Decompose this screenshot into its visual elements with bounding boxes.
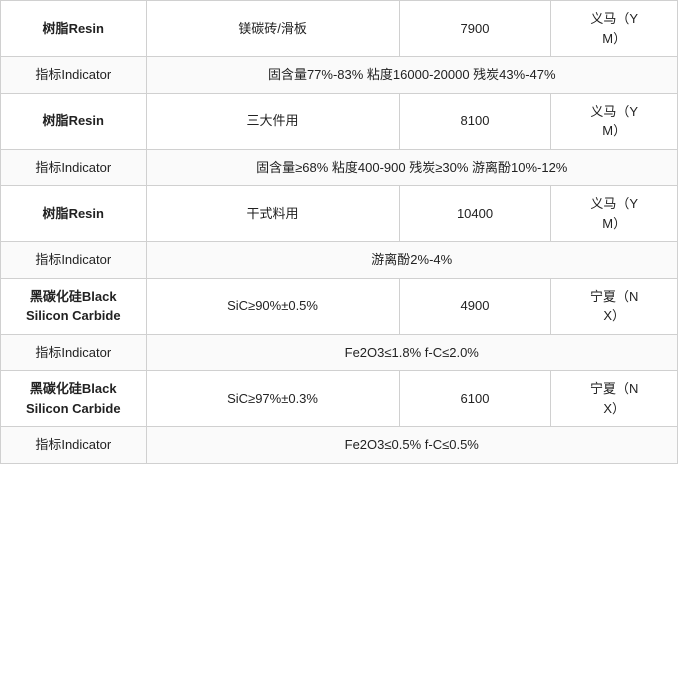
indicator-label: 指标Indicator: [1, 242, 147, 279]
indicator-value: 固含量≥68% 粘度400-900 残炭≥30% 游离酚10%-12%: [146, 149, 677, 186]
product-price: 4900: [399, 278, 551, 334]
product-origin: 义马（YM）: [551, 93, 678, 149]
main-table-wrapper: 树脂Resin镁碳砖/滑板7900义马（YM）指标Indicator固含量77%…: [0, 0, 678, 464]
product-label: 树脂Resin: [1, 93, 147, 149]
product-price: 7900: [399, 1, 551, 57]
product-usage: 镁碳砖/滑板: [146, 1, 399, 57]
product-usage: 干式料用: [146, 186, 399, 242]
product-origin: 宁夏（NX）: [551, 371, 678, 427]
product-price: 6100: [399, 371, 551, 427]
indicator-value: 固含量77%-83% 粘度16000-20000 残炭43%-47%: [146, 57, 677, 94]
product-table: 树脂Resin镁碳砖/滑板7900义马（YM）指标Indicator固含量77%…: [0, 0, 678, 464]
indicator-label: 指标Indicator: [1, 427, 147, 464]
product-label: 黑碳化硅Black Silicon Carbide: [1, 278, 147, 334]
product-usage: SiC≥97%±0.3%: [146, 371, 399, 427]
product-label: 树脂Resin: [1, 1, 147, 57]
product-origin: 义马（YM）: [551, 186, 678, 242]
product-origin: 宁夏（NX）: [551, 278, 678, 334]
indicator-label: 指标Indicator: [1, 149, 147, 186]
product-price: 8100: [399, 93, 551, 149]
indicator-label: 指标Indicator: [1, 334, 147, 371]
indicator-label: 指标Indicator: [1, 57, 147, 94]
indicator-value: Fe2O3≤1.8% f-C≤2.0%: [146, 334, 677, 371]
product-usage: SiC≥90%±0.5%: [146, 278, 399, 334]
product-usage: 三大件用: [146, 93, 399, 149]
product-label: 黑碳化硅Black Silicon Carbide: [1, 371, 147, 427]
product-price: 10400: [399, 186, 551, 242]
product-origin: 义马（YM）: [551, 1, 678, 57]
indicator-value: Fe2O3≤0.5% f-C≤0.5%: [146, 427, 677, 464]
indicator-value: 游离酚2%-4%: [146, 242, 677, 279]
product-label: 树脂Resin: [1, 186, 147, 242]
